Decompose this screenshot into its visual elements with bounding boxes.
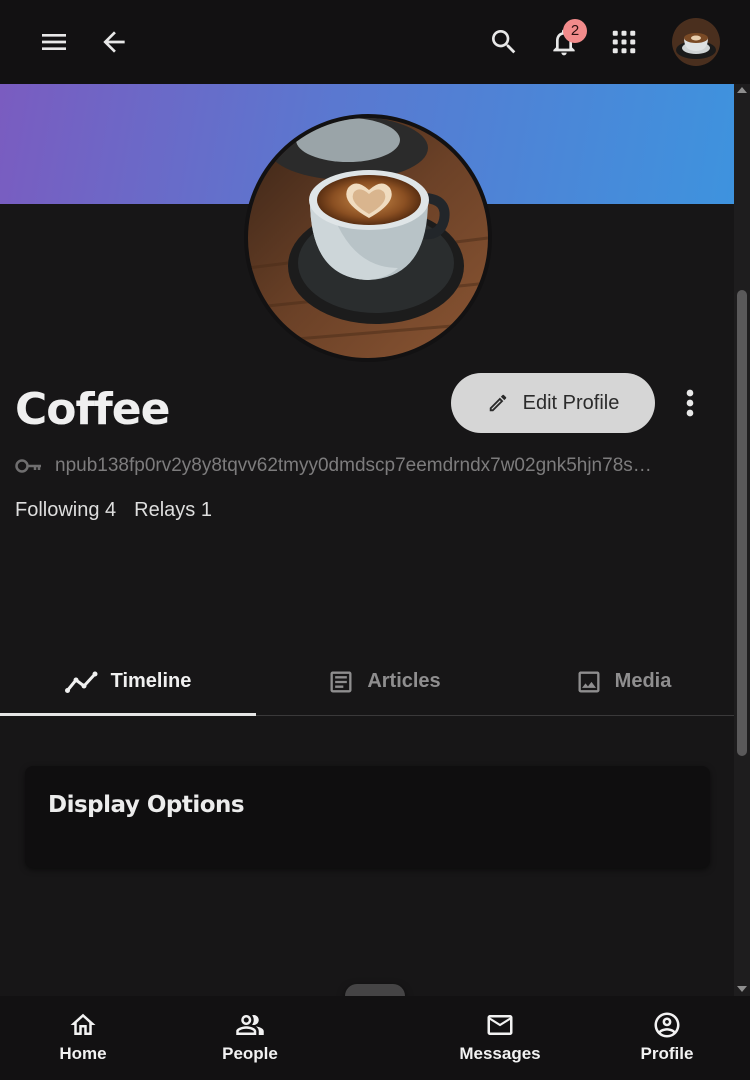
tab-label: Media bbox=[614, 670, 672, 692]
key-icon bbox=[15, 459, 41, 473]
people-icon bbox=[236, 1015, 264, 1035]
nav-messages[interactable]: Messages bbox=[448, 1010, 552, 1064]
nav-people[interactable]: People bbox=[210, 1010, 290, 1064]
timeline-icon bbox=[64, 671, 98, 693]
edit-profile-label: Edit Profile bbox=[522, 391, 620, 414]
nav-label: Messages bbox=[459, 1044, 541, 1063]
apps-grid-icon[interactable] bbox=[600, 18, 648, 66]
scroll-up-arrow-icon[interactable] bbox=[737, 87, 747, 93]
search-icon[interactable] bbox=[480, 18, 528, 66]
npub-key[interactable]: npub138fp0rv2y8y8tqvv62tmyy0dmdscp7eemdr… bbox=[55, 455, 715, 477]
profile-name: Coffee bbox=[15, 384, 170, 435]
profile-tabs: Timeline Articles Media bbox=[0, 648, 734, 716]
account-circle-icon bbox=[654, 1012, 680, 1038]
nav-profile[interactable]: Profile bbox=[628, 1010, 706, 1064]
nav-home[interactable]: Home bbox=[50, 1010, 116, 1064]
edit-profile-button[interactable]: Edit Profile bbox=[451, 373, 655, 433]
tab-label: Articles bbox=[367, 670, 441, 692]
relays-count[interactable]: Relays 1 bbox=[134, 499, 212, 522]
following-count[interactable]: Following 4 bbox=[15, 499, 116, 522]
scroll-down-arrow-icon[interactable] bbox=[737, 986, 747, 992]
mail-icon bbox=[487, 1015, 513, 1035]
card-title: Display Options bbox=[48, 792, 245, 818]
image-icon bbox=[578, 671, 600, 692]
back-arrow-icon[interactable] bbox=[90, 18, 138, 66]
npub-row: npub138fp0rv2y8y8tqvv62tmyy0dmdscp7eemdr… bbox=[15, 455, 715, 477]
coffee-cup-photo bbox=[248, 118, 488, 358]
display-options-card[interactable]: Display Options bbox=[25, 766, 710, 868]
scrollbar-thumb[interactable] bbox=[737, 290, 747, 756]
nav-label: Home bbox=[59, 1044, 107, 1063]
stats-row: Following 4 Relays 1 bbox=[15, 499, 212, 522]
article-icon bbox=[330, 671, 352, 692]
tab-articles[interactable]: Articles bbox=[256, 648, 512, 715]
pencil-icon bbox=[489, 394, 506, 412]
nav-label: Profile bbox=[640, 1044, 694, 1063]
tab-label: Timeline bbox=[110, 670, 192, 692]
profile-avatar[interactable] bbox=[244, 114, 492, 362]
top-app-bar: 2 bbox=[0, 0, 750, 84]
notification-count-badge: 2 bbox=[563, 19, 587, 43]
user-avatar[interactable] bbox=[672, 18, 720, 66]
tab-media[interactable]: Media bbox=[512, 648, 734, 715]
app-root: 2 Coffee Edit Profile npub138fp0rv2y8y8t… bbox=[0, 0, 750, 1080]
menu-icon[interactable] bbox=[30, 18, 78, 66]
home-icon bbox=[70, 1013, 96, 1035]
tab-timeline[interactable]: Timeline bbox=[0, 648, 256, 716]
more-options-icon[interactable] bbox=[670, 383, 710, 423]
bottom-navigation: Home People Messages Profile bbox=[0, 996, 750, 1080]
nav-label: People bbox=[222, 1044, 278, 1063]
